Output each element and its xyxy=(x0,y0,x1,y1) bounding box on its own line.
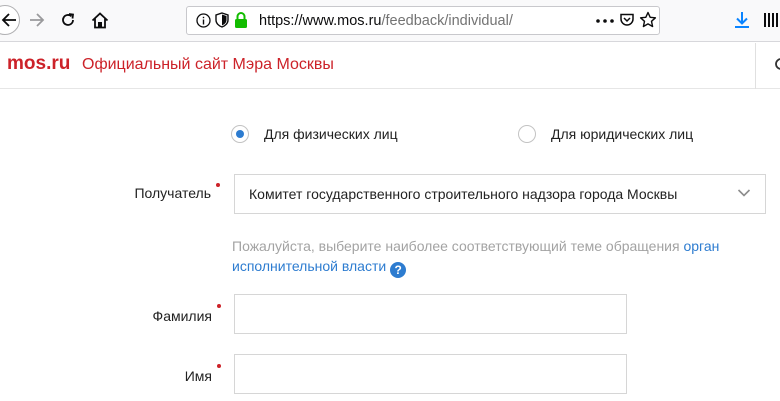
url-path: /feedback/individual/ xyxy=(381,13,513,29)
info-icon[interactable] xyxy=(196,13,211,28)
site-logo[interactable]: mos.ru xyxy=(7,53,70,75)
radio-dot xyxy=(236,130,244,138)
radio-label-individual: Для физических лиц xyxy=(264,126,398,142)
shield-icon[interactable] xyxy=(215,12,229,28)
reload-icon xyxy=(62,13,75,26)
url-bar[interactable]: https://www.mos.ru/feedback/individual/ xyxy=(186,6,660,35)
recipient-label: Получатель xyxy=(134,185,211,201)
required-marker xyxy=(217,364,221,368)
home-icon xyxy=(91,11,109,28)
forward-button[interactable] xyxy=(26,6,48,34)
library-icon xyxy=(764,13,778,27)
hint-text: Пожалуйста, выберите наиболее соответств… xyxy=(232,238,680,254)
first-name-label: Имя xyxy=(184,368,212,384)
header-divider xyxy=(755,43,756,89)
radio-individual[interactable]: Для физических лиц xyxy=(231,125,398,143)
arrow-right-icon xyxy=(30,13,45,27)
arrow-left-icon xyxy=(1,13,16,27)
more-actions-icon[interactable] xyxy=(595,13,615,29)
url-text[interactable]: https://www.mos.ru/feedback/individual/ xyxy=(259,13,513,29)
last-name-input[interactable] xyxy=(234,294,627,334)
download-icon xyxy=(735,12,749,28)
pocket-icon[interactable] xyxy=(619,12,635,28)
required-marker xyxy=(216,183,220,187)
recipient-select-value: Комитет государственного строительного н… xyxy=(249,186,678,202)
required-marker xyxy=(217,304,221,308)
url-host: https://www.mos.ru xyxy=(259,13,382,29)
radio-circle-checked[interactable] xyxy=(231,125,249,143)
star-icon[interactable] xyxy=(639,11,657,29)
search-icon[interactable] xyxy=(774,58,780,72)
library-button[interactable] xyxy=(760,6,780,34)
home-button[interactable] xyxy=(88,6,112,34)
downloads-button[interactable] xyxy=(731,6,753,34)
first-name-input[interactable] xyxy=(234,354,627,394)
radio-label-legal-entity: Для юридических лиц xyxy=(551,126,694,142)
radio-legal-entity[interactable]: Для юридических лиц xyxy=(518,125,693,143)
browser-toolbar: https://www.mos.ru/feedback/individual/ xyxy=(0,0,780,42)
site-header: mos.ru Официальный сайт Мэра Москвы xyxy=(0,43,780,89)
help-icon[interactable]: ? xyxy=(390,262,407,278)
radio-circle-unchecked[interactable] xyxy=(518,125,536,143)
recipient-hint: Пожалуйста, выберите наиболее соответств… xyxy=(232,236,752,278)
chevron-down-icon xyxy=(737,189,751,197)
back-button[interactable] xyxy=(0,5,20,35)
site-title[interactable]: Официальный сайт Мэра Москвы xyxy=(82,56,334,74)
last-name-label: Фамилия xyxy=(152,308,212,324)
lock-icon[interactable] xyxy=(234,11,248,29)
recipient-select[interactable]: Комитет государственного строительного н… xyxy=(234,174,766,214)
reload-button[interactable] xyxy=(57,6,79,34)
